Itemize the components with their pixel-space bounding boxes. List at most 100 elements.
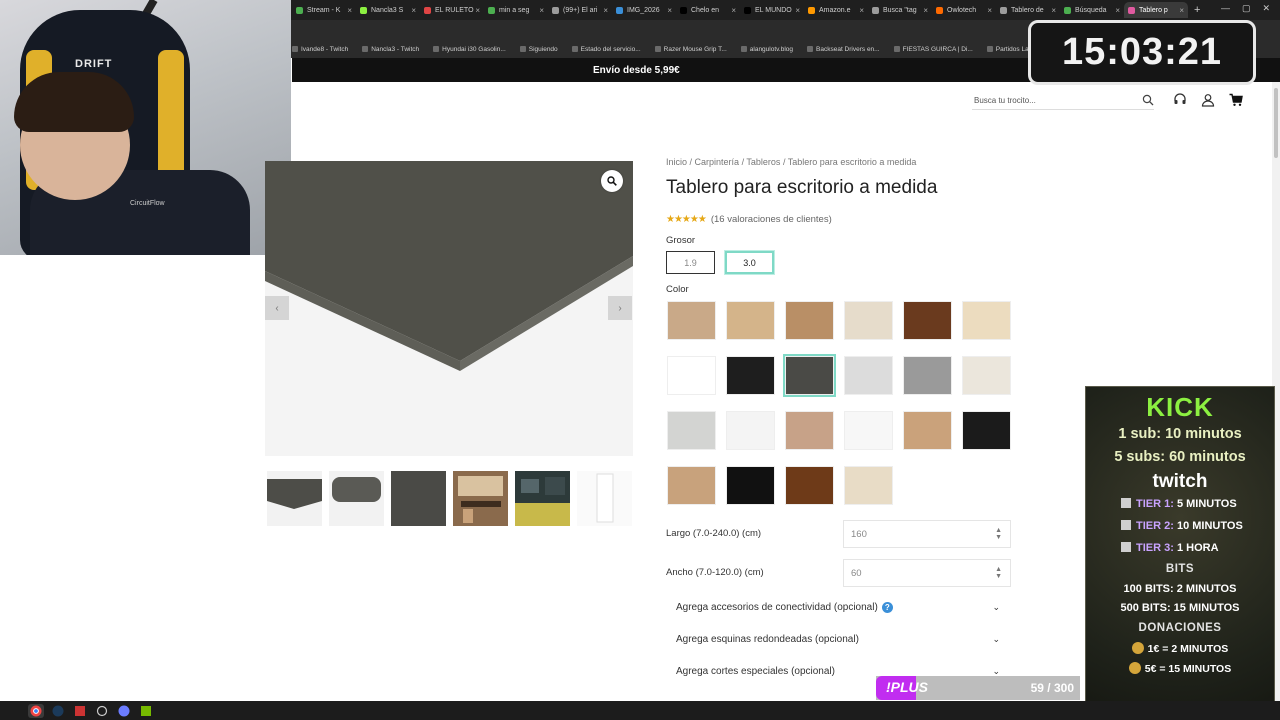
shopping-cart-icon[interactable] — [1229, 93, 1243, 107]
close-tab-icon[interactable]: × — [1051, 6, 1056, 15]
user-account-icon[interactable] — [1201, 93, 1215, 107]
close-tab-icon[interactable]: × — [411, 6, 416, 15]
gallery-prev-button[interactable]: ‹ — [265, 296, 289, 320]
color-swatch[interactable] — [844, 411, 893, 450]
reviews-link[interactable]: (16 valoraciones de clientes) — [711, 214, 832, 225]
zoom-button[interactable] — [601, 170, 623, 192]
color-swatch[interactable] — [726, 466, 775, 505]
color-swatch[interactable] — [785, 411, 834, 450]
search-icon[interactable] — [1142, 94, 1154, 106]
steam-taskbar-icon[interactable] — [50, 704, 66, 718]
browser-tab[interactable]: Tablero de × — [996, 2, 1060, 18]
close-tab-icon[interactable]: × — [731, 6, 736, 15]
maximize-icon[interactable]: ▢ — [1242, 3, 1251, 14]
browser-tab[interactable]: Búsqueda × — [1060, 2, 1124, 18]
nvidia-taskbar-icon[interactable] — [138, 704, 154, 718]
window-controls[interactable]: — ▢ ✕ — [1221, 3, 1270, 14]
search-input[interactable]: Busca tu trocito... — [972, 92, 1154, 110]
thickness-option-3-0[interactable]: 3.0 — [725, 251, 774, 274]
color-swatch[interactable] — [667, 466, 716, 505]
headset-support-icon[interactable] — [1173, 93, 1187, 107]
width-input[interactable]: 60 ▲ ▼ — [843, 559, 1011, 587]
settings-taskbar-icon[interactable] — [94, 704, 110, 718]
gallery-thumbnail[interactable] — [391, 471, 446, 526]
thickness-option-1-9[interactable]: 1.9 — [666, 251, 715, 274]
bookmark-item[interactable]: alangulotv.blog — [740, 46, 793, 53]
gallery-thumbnail[interactable] — [329, 471, 384, 526]
length-input[interactable]: 160 ▲ ▼ — [843, 520, 1011, 548]
color-swatch[interactable] — [726, 301, 775, 340]
addon-connectivity-accordion[interactable]: Agrega accesorios de conectividad (opcio… — [666, 595, 1010, 623]
browser-tab[interactable]: EL RULETO × — [420, 2, 484, 18]
browser-tab[interactable]: min a seg × — [484, 2, 548, 18]
gallery-next-button[interactable]: › — [608, 296, 632, 320]
close-tab-icon[interactable]: × — [347, 6, 352, 15]
bookmark-item[interactable]: Ivande8 - Twitch — [292, 46, 348, 53]
color-swatch[interactable] — [783, 354, 836, 397]
minimize-icon[interactable]: — — [1221, 3, 1230, 14]
close-tab-icon[interactable]: × — [987, 6, 992, 15]
browser-tab[interactable]: IMG_2026 × — [612, 2, 676, 18]
width-stepper[interactable]: ▲ ▼ — [995, 566, 1002, 580]
color-swatch[interactable] — [785, 301, 834, 340]
length-value: 160 — [851, 529, 867, 540]
close-tab-icon[interactable]: × — [1115, 6, 1120, 15]
color-swatch[interactable] — [844, 356, 893, 395]
browser-tab[interactable]: Amazon.e × — [804, 2, 868, 18]
color-swatch[interactable] — [726, 411, 775, 450]
breadcrumb-link-tableros[interactable]: Tableros — [746, 157, 780, 167]
length-stepper[interactable]: ▲ ▼ — [995, 527, 1002, 541]
color-swatch[interactable] — [785, 466, 834, 505]
close-tab-icon[interactable]: × — [603, 6, 608, 15]
bookmark-item[interactable]: Estado del servicio... — [571, 46, 641, 53]
gallery-thumbnail[interactable] — [577, 471, 632, 526]
close-icon[interactable]: ✕ — [1262, 3, 1270, 14]
chrome-taskbar-icon[interactable] — [28, 703, 44, 718]
color-swatch[interactable] — [903, 301, 952, 340]
color-swatch[interactable] — [667, 356, 716, 395]
bookmark-item[interactable]: FIESTAS GUIRCA | Di... — [893, 46, 973, 53]
close-tab-icon[interactable]: × — [923, 6, 928, 15]
color-swatch[interactable] — [903, 411, 952, 450]
close-tab-icon[interactable]: × — [1179, 6, 1184, 15]
browser-tab[interactable]: Chelo en × — [676, 2, 740, 18]
color-swatch[interactable] — [726, 356, 775, 395]
color-swatch[interactable] — [962, 356, 1011, 395]
color-swatch[interactable] — [903, 356, 952, 395]
close-tab-icon[interactable]: × — [795, 6, 800, 15]
close-tab-icon[interactable]: × — [859, 6, 864, 15]
gallery-thumbnail[interactable] — [267, 471, 322, 526]
scrollbar-thumb[interactable] — [1274, 88, 1278, 158]
bookmark-item[interactable]: Nancla3 - Twitch — [362, 46, 419, 53]
browser-tab[interactable]: Stream - K × — [292, 2, 356, 18]
browser-tab[interactable]: Tablero p × — [1124, 2, 1188, 18]
gallery-thumbnail[interactable] — [515, 471, 570, 526]
close-tab-icon[interactable]: × — [539, 6, 544, 15]
color-swatch[interactable] — [844, 466, 893, 505]
color-swatch[interactable] — [962, 301, 1011, 340]
browser-tab[interactable]: Owlotech × — [932, 2, 996, 18]
bookmark-item[interactable]: Siguiendo — [519, 46, 558, 53]
bookmark-item[interactable]: Backseat Drivers en... — [807, 46, 880, 53]
browser-tab[interactable]: (99+) El ari × — [548, 2, 612, 18]
color-swatch[interactable] — [844, 301, 893, 340]
discord-taskbar-icon[interactable] — [116, 704, 132, 718]
addon-rounded-corners-accordion[interactable]: Agrega esquinas redondeadas (opcional) ⌄ — [666, 627, 1010, 655]
color-swatch[interactable] — [667, 411, 716, 450]
breadcrumb-link-carpinteria[interactable]: Carpintería — [695, 157, 740, 167]
product-image-main[interactable] — [265, 161, 633, 456]
browser-tab[interactable]: EL MUNDO × — [740, 2, 804, 18]
browser-tab[interactable]: Nancla3 S × — [356, 2, 420, 18]
color-swatch[interactable] — [667, 301, 716, 340]
close-tab-icon[interactable]: × — [475, 6, 480, 15]
browser-tab[interactable]: Busca "tag × — [868, 2, 932, 18]
help-icon[interactable]: ? — [881, 602, 893, 613]
gallery-thumbnail[interactable] — [453, 471, 508, 526]
close-tab-icon[interactable]: × — [667, 6, 672, 15]
new-tab-icon[interactable]: + — [1194, 4, 1200, 16]
bookmark-item[interactable]: Razer Mouse Grip T... — [654, 46, 727, 53]
breadcrumb-link-inicio[interactable]: Inicio — [666, 157, 687, 167]
bookmark-item[interactable]: Hyundai i30 Gasolin... — [433, 46, 506, 53]
color-swatch[interactable] — [962, 411, 1011, 450]
app-taskbar-icon[interactable] — [72, 704, 88, 718]
